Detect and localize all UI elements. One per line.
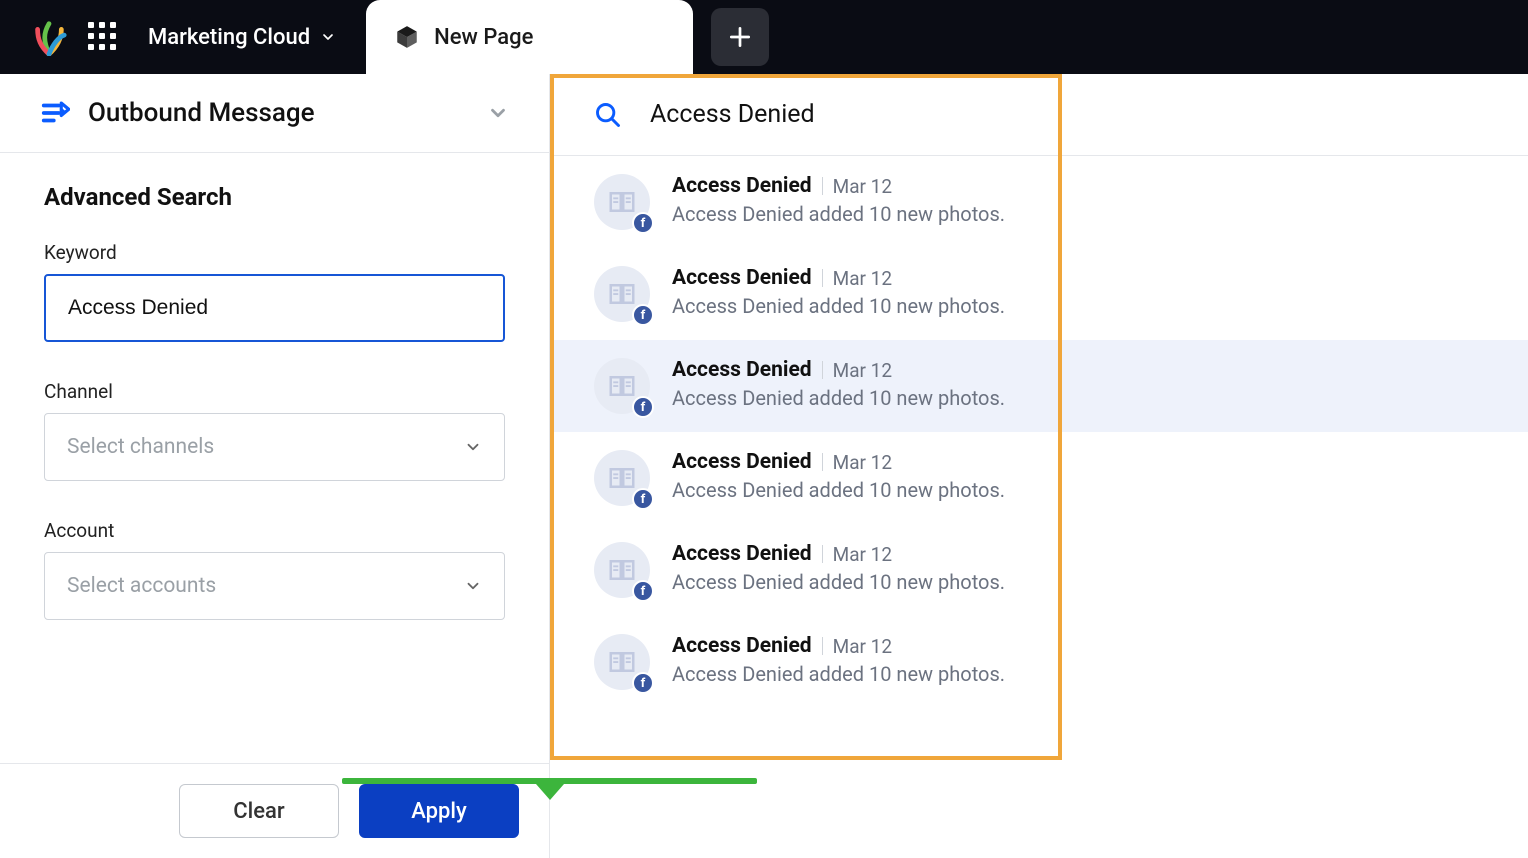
facebook-badge-icon: f — [632, 396, 654, 418]
result-description: Access Denied added 10 new photos. — [672, 294, 1005, 318]
account-label: Account — [44, 519, 505, 542]
results-panel: Access Denied f Access Denied Mar 12 Acc… — [550, 74, 1528, 858]
separator — [822, 545, 823, 563]
chevron-down-icon — [487, 102, 509, 124]
channel-placeholder: Select channels — [67, 435, 214, 459]
result-title: Access Denied — [672, 174, 812, 198]
new-tab-button[interactable] — [711, 8, 769, 66]
separator — [822, 453, 823, 471]
result-row[interactable]: f Access Denied Mar 12 Access Denied add… — [550, 248, 1528, 340]
book-icon — [607, 463, 637, 493]
result-avatar: f — [594, 358, 650, 414]
result-title: Access Denied — [672, 266, 812, 290]
plus-icon — [727, 24, 753, 50]
result-title: Access Denied — [672, 358, 812, 382]
result-title: Access Denied — [672, 450, 812, 474]
result-date: Mar 12 — [833, 635, 892, 658]
result-avatar: f — [594, 266, 650, 322]
result-date: Mar 12 — [833, 267, 892, 290]
chevron-down-icon — [320, 29, 336, 45]
result-row[interactable]: f Access Denied Mar 12 Access Denied add… — [550, 340, 1528, 432]
result-row[interactable]: f Access Denied Mar 12 Access Denied add… — [550, 156, 1528, 248]
annotation-arrow — [342, 778, 757, 802]
result-title: Access Denied — [672, 634, 812, 658]
result-description: Access Denied added 10 new photos. — [672, 662, 1005, 686]
book-icon — [607, 647, 637, 677]
result-date: Mar 12 — [833, 359, 892, 382]
clear-button[interactable]: Clear — [179, 784, 339, 838]
left-panel: Outbound Message Advanced Search Keyword… — [0, 74, 550, 858]
keyword-label: Keyword — [44, 241, 505, 264]
search-query-text: Access Denied — [650, 100, 815, 129]
module-switcher[interactable]: Marketing Cloud — [148, 25, 336, 50]
results-list: f Access Denied Mar 12 Access Denied add… — [550, 156, 1528, 708]
facebook-badge-icon: f — [632, 212, 654, 234]
chevron-down-icon — [464, 438, 482, 456]
search-header: Access Denied — [550, 74, 1528, 156]
account-placeholder: Select accounts — [67, 574, 216, 598]
facebook-badge-icon: f — [632, 580, 654, 602]
book-icon — [607, 555, 637, 585]
book-icon — [607, 187, 637, 217]
result-avatar: f — [594, 174, 650, 230]
outbound-message-icon — [40, 98, 70, 128]
book-icon — [607, 279, 637, 309]
advanced-search-title: Advanced Search — [44, 183, 505, 211]
book-icon — [607, 371, 637, 401]
facebook-badge-icon: f — [632, 672, 654, 694]
facebook-badge-icon: f — [632, 304, 654, 326]
result-description: Access Denied added 10 new photos. — [672, 202, 1005, 226]
topbar: Marketing Cloud New Page — [0, 0, 1528, 74]
result-description: Access Denied added 10 new photos. — [672, 478, 1005, 502]
result-date: Mar 12 — [833, 543, 892, 566]
result-row[interactable]: f Access Denied Mar 12 Access Denied add… — [550, 616, 1528, 708]
result-avatar: f — [594, 634, 650, 690]
brand-logo — [30, 18, 68, 56]
cube-icon — [394, 24, 420, 50]
tab-label: New Page — [434, 25, 533, 50]
facebook-badge-icon: f — [632, 488, 654, 510]
result-date: Mar 12 — [833, 451, 892, 474]
entity-title: Outbound Message — [88, 98, 469, 128]
result-row[interactable]: f Access Denied Mar 12 Access Denied add… — [550, 524, 1528, 616]
result-avatar: f — [594, 542, 650, 598]
search-icon — [594, 101, 622, 129]
app-launcher-icon[interactable] — [88, 22, 118, 52]
result-title: Access Denied — [672, 542, 812, 566]
tab-new-page[interactable]: New Page — [366, 0, 693, 74]
advanced-search-form: Advanced Search Keyword Channel Select c… — [0, 153, 549, 763]
module-name-label: Marketing Cloud — [148, 25, 310, 50]
separator — [822, 269, 823, 287]
result-description: Access Denied added 10 new photos. — [672, 386, 1005, 410]
entity-selector[interactable]: Outbound Message — [0, 74, 549, 153]
result-date: Mar 12 — [833, 175, 892, 198]
channel-label: Channel — [44, 380, 505, 403]
separator — [822, 177, 823, 195]
chevron-down-icon — [464, 577, 482, 595]
channel-select[interactable]: Select channels — [44, 413, 505, 481]
result-row[interactable]: f Access Denied Mar 12 Access Denied add… — [550, 432, 1528, 524]
account-select[interactable]: Select accounts — [44, 552, 505, 620]
result-description: Access Denied added 10 new photos. — [672, 570, 1005, 594]
keyword-input[interactable] — [44, 274, 505, 342]
separator — [822, 637, 823, 655]
separator — [822, 361, 823, 379]
result-avatar: f — [594, 450, 650, 506]
